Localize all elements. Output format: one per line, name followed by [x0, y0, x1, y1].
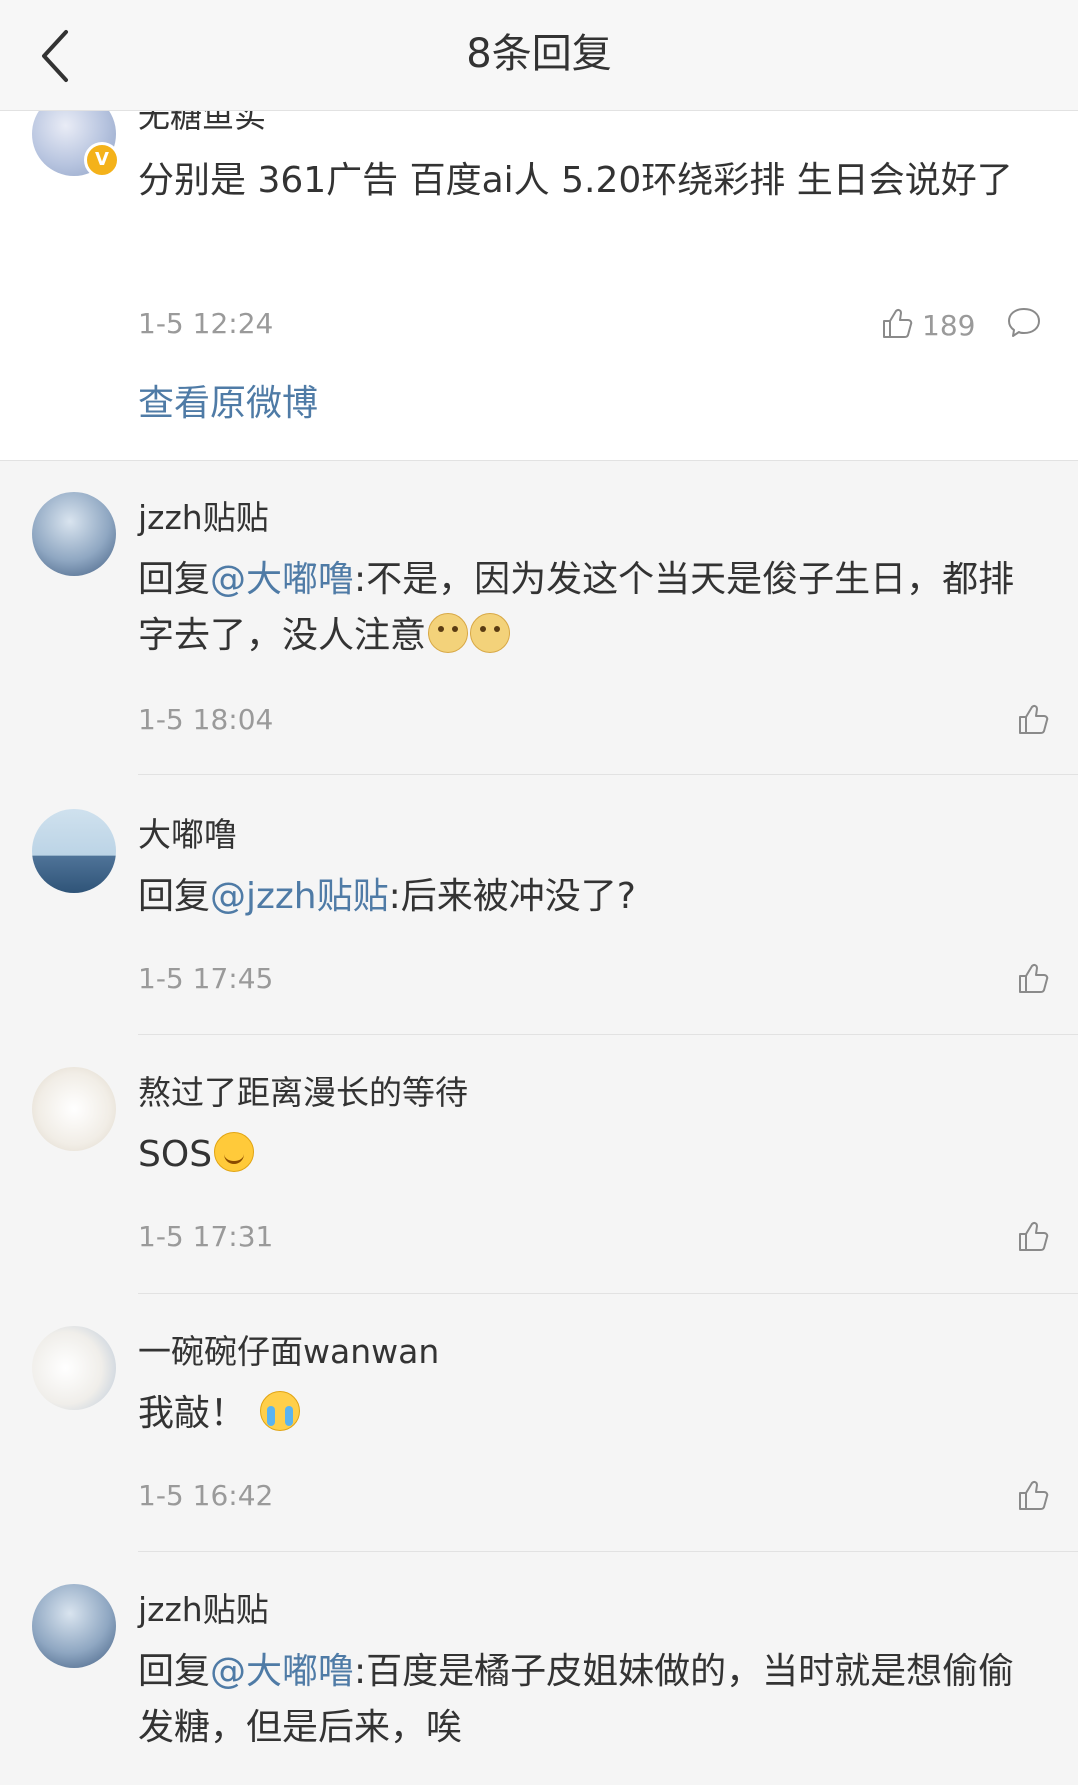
view-original-link[interactable]: 查看原微博 — [138, 380, 318, 428]
avatar[interactable] — [32, 1584, 116, 1668]
like-icon[interactable] — [1016, 1478, 1050, 1512]
page-title: 8条回复 — [466, 31, 612, 77]
avatar[interactable] — [32, 809, 116, 893]
reply-body: 我敲！ — [138, 1393, 247, 1434]
username[interactable]: jzzh贴贴 — [138, 496, 269, 540]
reply-prefix: 回复 — [138, 876, 211, 917]
username[interactable]: 无糖鱼实 — [138, 110, 266, 136]
avatar[interactable] — [32, 1067, 116, 1151]
like-count: 189 — [922, 309, 976, 342]
list-item: 大嘟噜 回复@jzzh贴贴:后来被冲没了? 1-5 17:45 — [0, 775, 1078, 1035]
post-time: 1-5 12:24 — [138, 307, 274, 340]
list-item: jzzh贴贴 回复@大嘟噜:百度是橘子皮姐妹做的，当时就是想偷偷发糖，但是后来，… — [0, 1552, 1078, 1785]
reply-text: SOS — [138, 1127, 1038, 1183]
like-icon[interactable] — [1016, 702, 1050, 736]
reply-time: 1-5 17:31 — [138, 1220, 274, 1253]
avatar[interactable] — [32, 1326, 116, 1410]
username[interactable]: 大嘟噜 — [138, 813, 237, 857]
list-item: 熬过了距离漫长的等待 SOS 1-5 17:31 — [0, 1035, 1078, 1294]
reply-text: 回复@大嘟噜:百度是橘子皮姐妹做的，当时就是想偷偷发糖，但是后来，唉 — [138, 1644, 1038, 1756]
happy-emoji-icon — [214, 1132, 255, 1172]
comment-icon[interactable] — [1006, 306, 1042, 340]
doge-emoji-icon — [428, 613, 469, 653]
username[interactable]: 熬过了距离漫长的等待 — [138, 1071, 468, 1115]
like-icon[interactable] — [1016, 1219, 1050, 1253]
reply-prefix: 回复 — [138, 1651, 211, 1692]
post-text: 分别是 361广告 百度ai人 5.20环绕彩排 生日会说好了 — [138, 160, 1013, 201]
reply-prefix: 回复 — [138, 559, 211, 600]
mention-link[interactable]: @jzzh贴贴 — [210, 876, 389, 917]
reply-text: 我敲！ — [138, 1386, 1038, 1442]
like-icon[interactable] — [880, 306, 914, 340]
avatar[interactable] — [32, 492, 116, 576]
list-item: 一碗碗仔面wanwan 我敲！ 1-5 16:42 — [0, 1294, 1078, 1552]
reply-text: 回复@jzzh贴贴:后来被冲没了? — [138, 869, 1038, 925]
reply-time: 1-5 18:04 — [138, 703, 274, 736]
crying-emoji-icon — [260, 1391, 301, 1431]
reply-body: SOS — [138, 1134, 213, 1175]
top-bar: 8条回复 — [0, 0, 1078, 111]
list-item: jzzh贴贴 回复@大嘟噜:不是，因为发这个当天是俊子生日，都排字去了，没人注意… — [0, 460, 1078, 775]
mention-link[interactable]: @大嘟噜 — [210, 559, 354, 600]
mention-link[interactable]: @大嘟噜 — [210, 1651, 354, 1692]
reply-body: :后来被冲没了? — [388, 876, 636, 917]
username[interactable]: 一碗碗仔面wanwan — [138, 1330, 439, 1374]
verified-badge-icon: V — [84, 142, 120, 178]
reply-time: 1-5 17:45 — [138, 962, 274, 995]
username[interactable]: jzzh贴贴 — [138, 1588, 269, 1632]
like-icon[interactable] — [1016, 961, 1050, 995]
main-post: V 无糖鱼实 分别是 361广告 百度ai人 5.20环绕彩排 生日会说好了 1… — [0, 110, 1078, 461]
reply-text: 回复@大嘟噜:不是，因为发这个当天是俊子生日，都排字去了，没人注意 — [138, 552, 1038, 664]
doge-emoji-icon — [470, 613, 511, 653]
reply-time: 1-5 16:42 — [138, 1479, 274, 1512]
